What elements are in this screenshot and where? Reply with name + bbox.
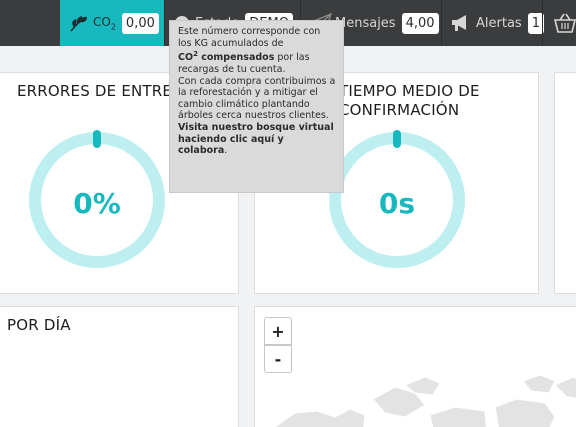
tiempo-value: 0s <box>378 187 416 220</box>
co2-counter-button[interactable]: CO2 0,00 <box>60 0 164 46</box>
basket-icon <box>553 12 576 34</box>
co2-tooltip: Este número corresponde con los KG acumu… <box>169 20 344 193</box>
megaphone-icon <box>450 13 472 33</box>
tiempo-title: TIEMPO MEDIO DE CONFIRMACIÓN <box>339 82 539 120</box>
mensajes-label: Mensajes <box>335 15 396 31</box>
co2-label: CO2 <box>93 14 116 32</box>
mensajes-value: 4,00 <box>401 12 439 34</box>
errores-value: 0% <box>73 187 121 220</box>
tooltip-text-3: Con cada compra contribuimos a la refore… <box>178 75 336 122</box>
co2-value: 0,00 <box>121 12 159 34</box>
map-card: + - <box>254 306 576 427</box>
errores-title: ERRORES DE ENTREGA <box>17 82 195 100</box>
tooltip-text-1: Este número corresponde con los KG acumu… <box>178 26 321 49</box>
tooltip-link[interactable]: Visita nuestro bosque virtual haciendo c… <box>178 122 334 156</box>
tiempo-title-line2: CONFIRMACIÓN <box>339 101 460 119</box>
leaf-icon <box>68 12 90 34</box>
por-dia-card: POR DÍA <box>0 306 239 427</box>
alertas-button[interactable]: Alertas 1 <box>441 0 544 46</box>
side-card <box>554 72 576 294</box>
zoom-in-button[interactable]: + <box>264 317 292 345</box>
tiempo-title-line1: TIEMPO MEDIO DE <box>339 82 480 100</box>
world-map[interactable] <box>255 347 576 427</box>
tooltip-end: . <box>224 145 228 157</box>
tooltip-bold-co2: CO2 compensados <box>178 50 275 64</box>
alertas-label: Alertas <box>476 15 522 31</box>
por-dia-title: POR DÍA <box>7 316 71 334</box>
cart-button[interactable] <box>542 0 576 46</box>
